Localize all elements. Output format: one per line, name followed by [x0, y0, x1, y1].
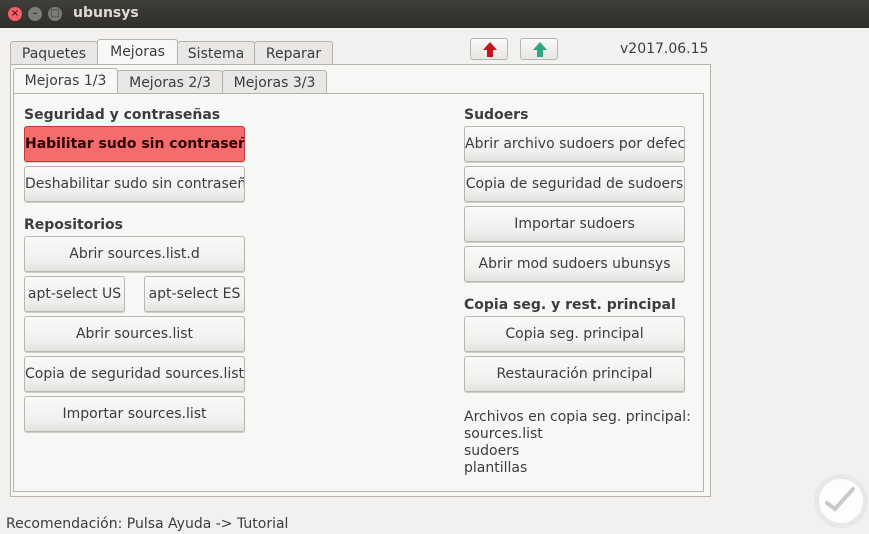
minimize-window-button[interactable]: –	[28, 7, 42, 21]
close-window-button[interactable]: ×	[8, 7, 22, 21]
backup-file-item: sudoers	[464, 443, 520, 459]
move-down-button[interactable]	[520, 38, 558, 60]
tab-paquetes[interactable]: Paquetes	[10, 41, 98, 65]
window-title: ubunsys	[73, 5, 139, 21]
status-bar-text: Recomendación: Pulsa Ayuda -> Tutorial	[6, 516, 289, 532]
tab-mejoras-3[interactable]: Mejoras 3/3	[222, 70, 327, 94]
main-restore-button[interactable]: Restauración principal	[464, 356, 685, 392]
import-sudoers-button[interactable]: Importar sudoers	[464, 206, 685, 242]
enable-sudo-nopass-button[interactable]: Habilitar sudo sin contraseña	[24, 126, 245, 162]
title-bar: × – □ ubunsys	[0, 0, 869, 28]
open-mod-sudoers-button[interactable]: Abrir mod sudoers ubunsys	[464, 246, 685, 282]
tab-mejoras[interactable]: Mejoras	[97, 39, 178, 65]
backup-files-label: Archivos en copia seg. principal:	[464, 409, 691, 425]
import-sources-list-button[interactable]: Importar sources.list	[24, 396, 245, 432]
apt-select-us-button[interactable]: apt-select US	[24, 276, 125, 312]
arrow-up-red-icon	[483, 42, 497, 57]
tab-reparar[interactable]: Reparar	[254, 41, 333, 65]
apt-select-es-button[interactable]: apt-select ES	[144, 276, 245, 312]
arrow-up-green-icon	[533, 42, 547, 57]
sudoers-section-title: Sudoers	[464, 107, 529, 123]
security-section-title: Seguridad y contraseñas	[24, 107, 221, 123]
move-up-button[interactable]	[470, 38, 508, 60]
open-sources-list-d-button[interactable]: Abrir sources.list.d	[24, 236, 245, 272]
tab-sistema[interactable]: Sistema	[177, 41, 255, 65]
disable-sudo-nopass-button[interactable]: Deshabilitar sudo sin contraseña	[24, 166, 245, 202]
watermark-logo-icon	[814, 474, 868, 528]
maximize-window-button[interactable]: □	[48, 7, 62, 21]
tab-mejoras-2[interactable]: Mejoras 2/3	[117, 70, 223, 94]
repos-section-title: Repositorios	[24, 217, 124, 233]
main-backup-button[interactable]: Copia seg. principal	[464, 316, 685, 352]
backup-sudoers-button[interactable]: Copia de seguridad de sudoers	[464, 166, 685, 202]
backup-file-item: sources.list	[464, 426, 543, 442]
version-label: v2017.06.15	[620, 41, 709, 57]
open-sources-list-button[interactable]: Abrir sources.list	[24, 316, 245, 352]
main-backup-section-title: Copia seg. y rest. principal	[464, 297, 676, 313]
open-default-sudoers-button[interactable]: Abrir archivo sudoers por defecto	[464, 126, 685, 162]
tab-mejoras-1[interactable]: Mejoras 1/3	[13, 68, 118, 94]
backup-file-item: plantillas	[464, 460, 528, 476]
backup-sources-list-button[interactable]: Copia de seguridad sources.list	[24, 356, 245, 392]
